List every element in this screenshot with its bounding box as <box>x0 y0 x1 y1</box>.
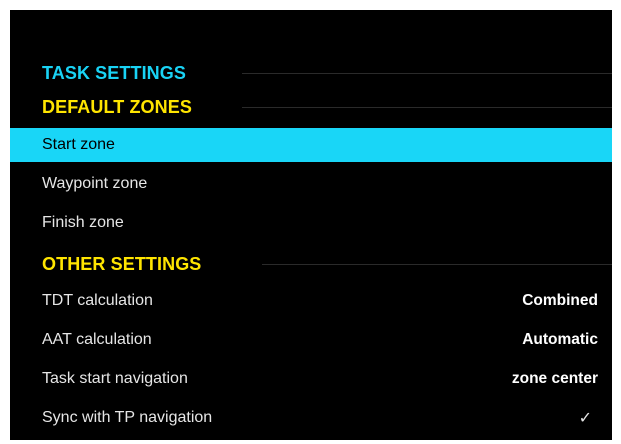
header-divider <box>242 73 612 74</box>
tdt-calculation-label: TDT calculation <box>42 292 153 309</box>
task-start-navigation-value: zone center <box>511 370 598 387</box>
finish-zone-item[interactable]: Finish zone <box>10 206 612 240</box>
task-settings-header: TASK SETTINGS <box>42 62 612 84</box>
aat-calculation-value: Automatic <box>522 331 598 348</box>
aat-calculation-label: AAT calculation <box>42 331 152 348</box>
header-divider <box>242 107 612 108</box>
tdt-calculation-value: Combined <box>522 292 598 309</box>
waypoint-zone-label: Waypoint zone <box>42 175 148 192</box>
start-zone-item[interactable]: Start zone <box>10 128 612 162</box>
start-zone-label: Start zone <box>42 136 115 153</box>
header-divider <box>262 264 612 265</box>
default-zones-title: DEFAULT ZONES <box>42 96 192 117</box>
task-start-navigation-item[interactable]: Task start navigation zone center <box>10 362 612 396</box>
sync-tp-navigation-item[interactable]: Sync with TP navigation ✓ <box>10 401 612 435</box>
task-settings-title: TASK SETTINGS <box>42 62 186 83</box>
task-settings-screen: TASK SETTINGS DEFAULT ZONES Start zone W… <box>10 10 612 440</box>
other-settings-title: OTHER SETTINGS <box>42 253 202 274</box>
waypoint-zone-item[interactable]: Waypoint zone <box>10 167 612 201</box>
tdt-calculation-item[interactable]: TDT calculation Combined <box>10 284 612 318</box>
other-settings-header: OTHER SETTINGS <box>42 253 612 275</box>
default-zones-header: DEFAULT ZONES <box>42 96 612 118</box>
finish-zone-label: Finish zone <box>42 214 124 231</box>
check-icon[interactable]: ✓ <box>579 408 592 428</box>
sync-tp-navigation-label: Sync with TP navigation <box>42 409 213 426</box>
task-start-navigation-label: Task start navigation <box>42 370 188 387</box>
aat-calculation-item[interactable]: AAT calculation Automatic <box>10 323 612 357</box>
